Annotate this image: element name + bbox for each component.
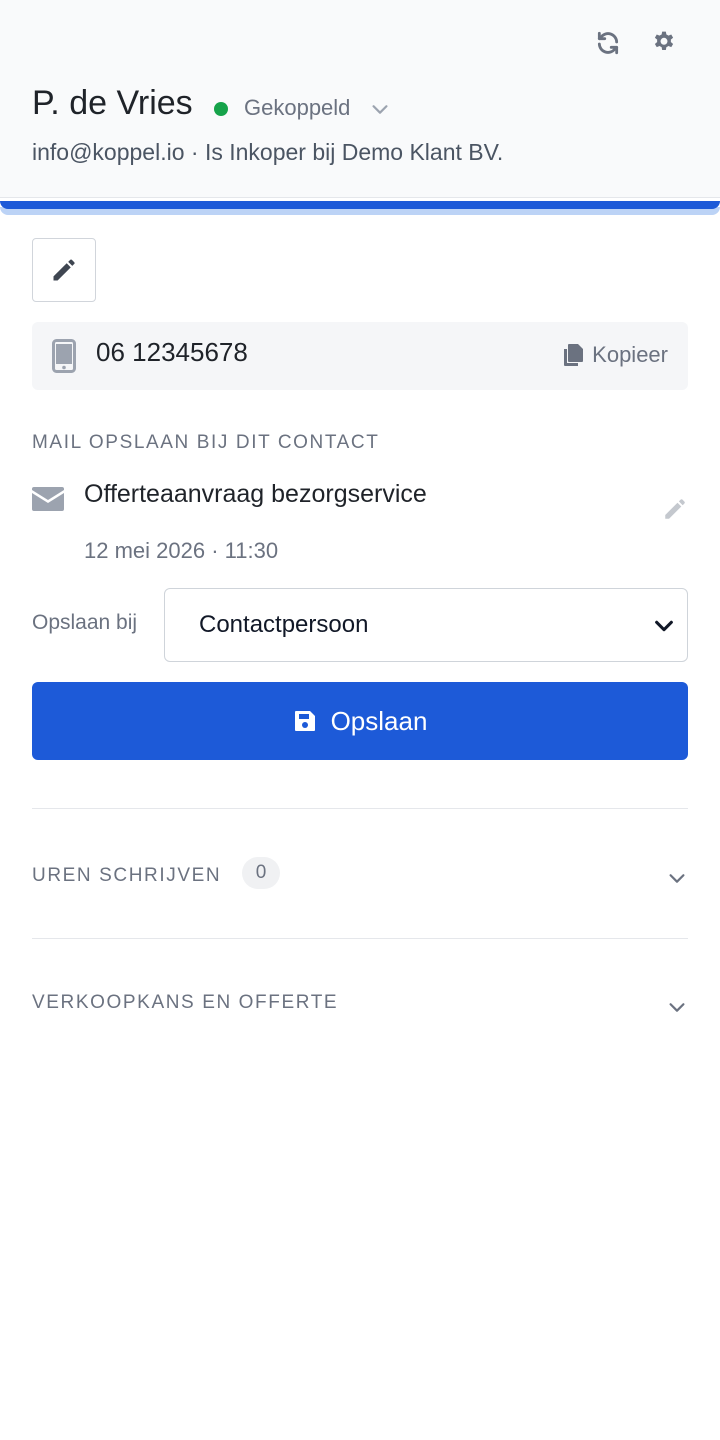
chevron-down-icon — [653, 615, 675, 642]
save-button[interactable]: Opslaan — [32, 682, 688, 760]
copy-icon — [564, 344, 584, 366]
mail-datetime: 12 mei 2026 · 11:30 — [84, 538, 279, 563]
pencil-icon — [665, 499, 685, 519]
refresh-button[interactable] — [591, 26, 625, 60]
mail-section-title: MAIL OPSLAAN BIJ DIT CONTACT — [32, 432, 380, 453]
refresh-icon — [597, 31, 619, 55]
section-verkoopkans-en-offerte[interactable]: VERKOOPKANS EN OFFERTE — [32, 984, 688, 1024]
mail-subject: Offerteaanvraag bezorgservice — [84, 480, 427, 508]
save-at-select[interactable]: Contactpersoon — [164, 588, 688, 662]
phone-row: 06 12345678 Kopieer — [32, 322, 688, 390]
pencil-icon — [53, 259, 75, 281]
count-badge: 0 — [242, 857, 280, 889]
edit-contact-button[interactable] — [32, 238, 96, 302]
divider — [32, 808, 688, 809]
mobile-phone-icon — [52, 339, 76, 378]
copy-label: Kopieer — [592, 342, 668, 367]
gear-icon — [654, 31, 674, 51]
section-uren-schrijven[interactable]: UREN SCHRIJVEN 0 — [32, 857, 688, 897]
save-button-label: Opslaan — [330, 705, 428, 736]
save-at-label: Opslaan bij — [32, 611, 138, 634]
contact-subtitle: info@koppel.io · Is Inkoper bij Demo Kla… — [32, 139, 504, 165]
status-dropdown[interactable]: Gekoppeld — [244, 95, 350, 121]
edit-mail-button[interactable] — [662, 496, 688, 527]
contact-name: P. de Vries — [32, 84, 193, 122]
copy-button[interactable]: Kopieer — [562, 342, 668, 368]
section-title: UREN SCHRIJVEN — [32, 865, 222, 886]
status-indicator — [214, 102, 228, 116]
chevron-down-icon — [666, 996, 688, 1023]
header-accent-bar — [0, 197, 720, 217]
section-title: VERKOOPKANS EN OFFERTE — [32, 992, 339, 1013]
chevron-down-icon — [666, 867, 688, 894]
divider — [32, 938, 688, 939]
chevron-down-icon[interactable] — [369, 98, 391, 125]
settings-button[interactable] — [647, 26, 681, 60]
envelope-icon — [32, 487, 64, 516]
floppy-disk-icon — [294, 711, 315, 731]
contact-header: P. de Vries Gekoppeld info@koppel.io · I… — [0, 0, 720, 198]
save-at-selected-value: Contactpersoon — [199, 611, 369, 638]
phone-number: 06 12345678 — [96, 337, 248, 367]
